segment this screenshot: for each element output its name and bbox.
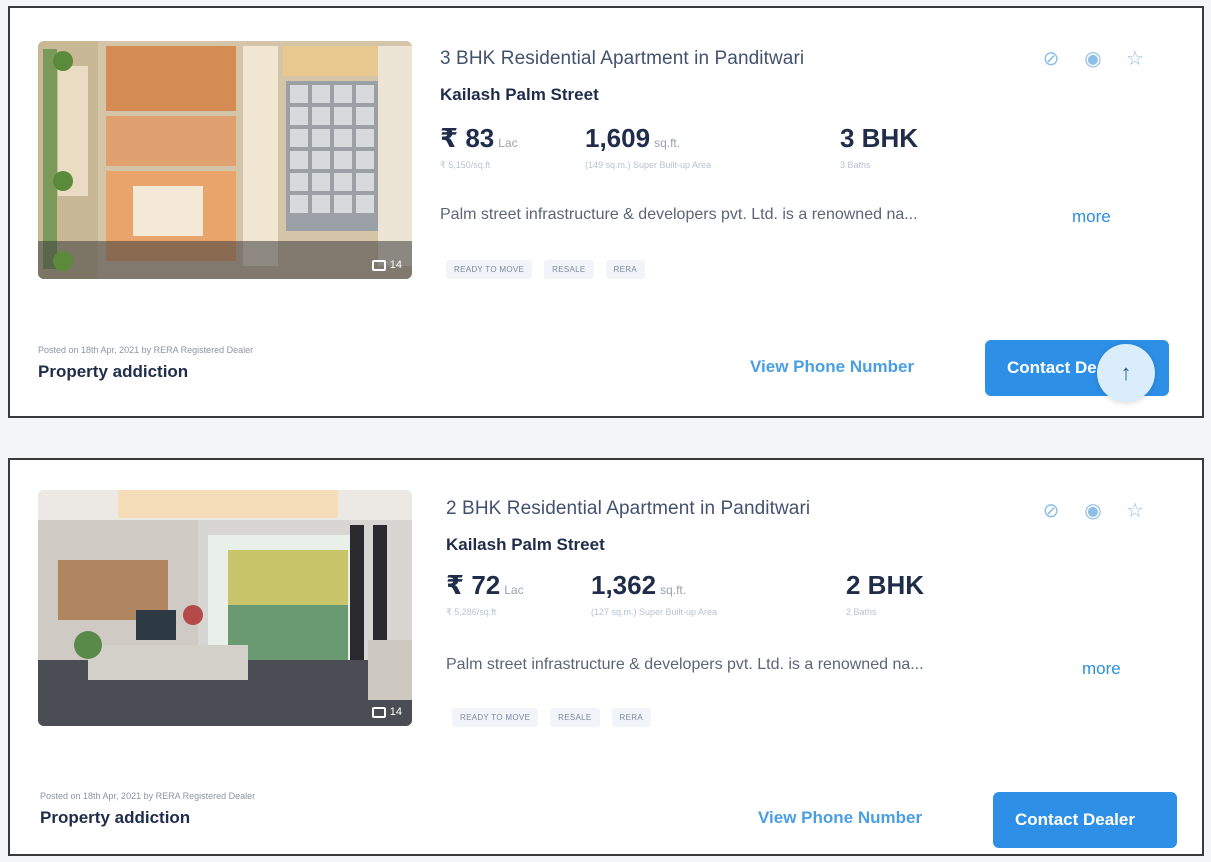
price-metric: ₹ 83 Lac ₹ 5,150/sq.ft	[440, 123, 518, 171]
dealer-name[interactable]: Property addiction	[38, 362, 188, 382]
tag-rera: RERA	[605, 260, 645, 279]
area-detail: (149 sq.m.) Super Built-up Area	[585, 160, 712, 170]
listing-title[interactable]: 3 BHK Residential Apartment in Panditwar…	[440, 48, 804, 70]
photo-count[interactable]: 14	[371, 706, 402, 718]
price-unit: Lac	[498, 136, 518, 150]
listing-card[interactable]: 14 3 BHK Residential Apartment in Pandit…	[8, 6, 1204, 418]
posted-info: Posted on 18th Apr, 2021 by RERA Registe…	[40, 791, 256, 801]
view-phone-button[interactable]: View Phone Number	[750, 357, 914, 377]
price-per-sqft: ₹ 5,150/sq.ft	[440, 160, 491, 170]
ban-icon[interactable]: ⊘	[1040, 500, 1062, 522]
living-room-image	[38, 490, 412, 726]
ban-icon[interactable]: ⊘	[1040, 48, 1062, 70]
tag-ready-to-move: READY TO MOVE	[446, 260, 533, 279]
bhk-metric: 2 BHK 2 Baths	[846, 570, 924, 617]
price-value: ₹ 72	[446, 570, 501, 600]
price-metric: ₹ 72 Lac ₹ 5,286/sq.ft	[446, 570, 524, 618]
photo-count[interactable]: 14	[371, 259, 402, 271]
price-unit: Lac	[504, 583, 524, 597]
contact-dealer-button[interactable]: Contact Dealer	[993, 792, 1177, 848]
eye-slash-icon[interactable]: ◉	[1082, 500, 1104, 522]
floor-plan-image	[38, 41, 412, 279]
bhk-metric: 3 BHK 3 Baths	[840, 123, 918, 170]
area-detail: (127 sq.m.) Super Built-up Area	[591, 607, 718, 617]
star-icon[interactable]: ☆	[1124, 500, 1146, 522]
listing-description: Palm street infrastructure & developers …	[440, 206, 918, 223]
listing-tags: READY TO MOVE RESALE RERA	[452, 708, 651, 727]
area-metric: 1,362 sq.ft. (127 sq.m.) Super Built-up A…	[591, 570, 717, 617]
bhk-value: 2 BHK	[846, 570, 925, 600]
listing-photo[interactable]: 14	[38, 490, 412, 726]
more-link[interactable]: more	[1082, 659, 1121, 679]
bath-count: 3 Baths	[840, 160, 871, 170]
tag-ready-to-move: READY TO MOVE	[452, 708, 539, 727]
listing-card[interactable]: 14 2 BHK Residential Apartment in Pandit…	[8, 458, 1204, 856]
listing-title[interactable]: 2 BHK Residential Apartment in Panditwar…	[446, 498, 810, 520]
area-value: 1,609	[585, 123, 651, 153]
listing-actions: ⊘ ◉ ☆	[1040, 48, 1146, 70]
view-phone-button[interactable]: View Phone Number	[758, 808, 922, 828]
project-name[interactable]: Kailash Palm Street	[446, 535, 605, 555]
listing-actions: ⊘ ◉ ☆	[1040, 500, 1146, 522]
photo-count-value: 14	[389, 259, 402, 271]
area-metric: 1,609 sq.ft. (149 sq.m.) Super Built-up A…	[585, 123, 711, 170]
area-unit: sq.ft.	[654, 136, 681, 150]
tag-rera: RERA	[611, 708, 651, 727]
project-name[interactable]: Kailash Palm Street	[440, 85, 599, 105]
arrow-up-icon[interactable]: ↑	[1097, 344, 1155, 402]
tag-resale: RESALE	[550, 708, 600, 727]
area-unit: sq.ft.	[660, 583, 687, 597]
listing-photo[interactable]: 14	[38, 41, 412, 279]
tag-resale: RESALE	[544, 260, 594, 279]
listing-metrics: ₹ 83 Lac ₹ 5,150/sq.ft 1,609 sq.ft. (149 s…	[440, 123, 1000, 183]
listing-tags: READY TO MOVE RESALE RERA	[446, 260, 645, 279]
eye-slash-icon[interactable]: ◉	[1082, 48, 1104, 70]
listing-metrics: ₹ 72 Lac ₹ 5,286/sq.ft 1,362 sq.ft. (127 s…	[446, 570, 1006, 630]
more-link[interactable]: more	[1072, 207, 1111, 227]
price-value: ₹ 83	[440, 123, 495, 153]
area-value: 1,362	[591, 570, 657, 600]
bath-count: 2 Baths	[846, 607, 877, 617]
gallery-icon	[371, 259, 386, 271]
price-per-sqft: ₹ 5,286/sq.ft	[446, 607, 497, 617]
dealer-name[interactable]: Property addiction	[40, 808, 190, 828]
gallery-icon	[371, 706, 386, 718]
star-icon[interactable]: ☆	[1124, 48, 1146, 70]
bhk-value: 3 BHK	[840, 123, 919, 153]
photo-count-value: 14	[389, 706, 402, 718]
listing-description: Palm street infrastructure & developers …	[446, 656, 924, 673]
posted-info: Posted on 18th Apr, 2021 by RERA Registe…	[38, 345, 254, 355]
